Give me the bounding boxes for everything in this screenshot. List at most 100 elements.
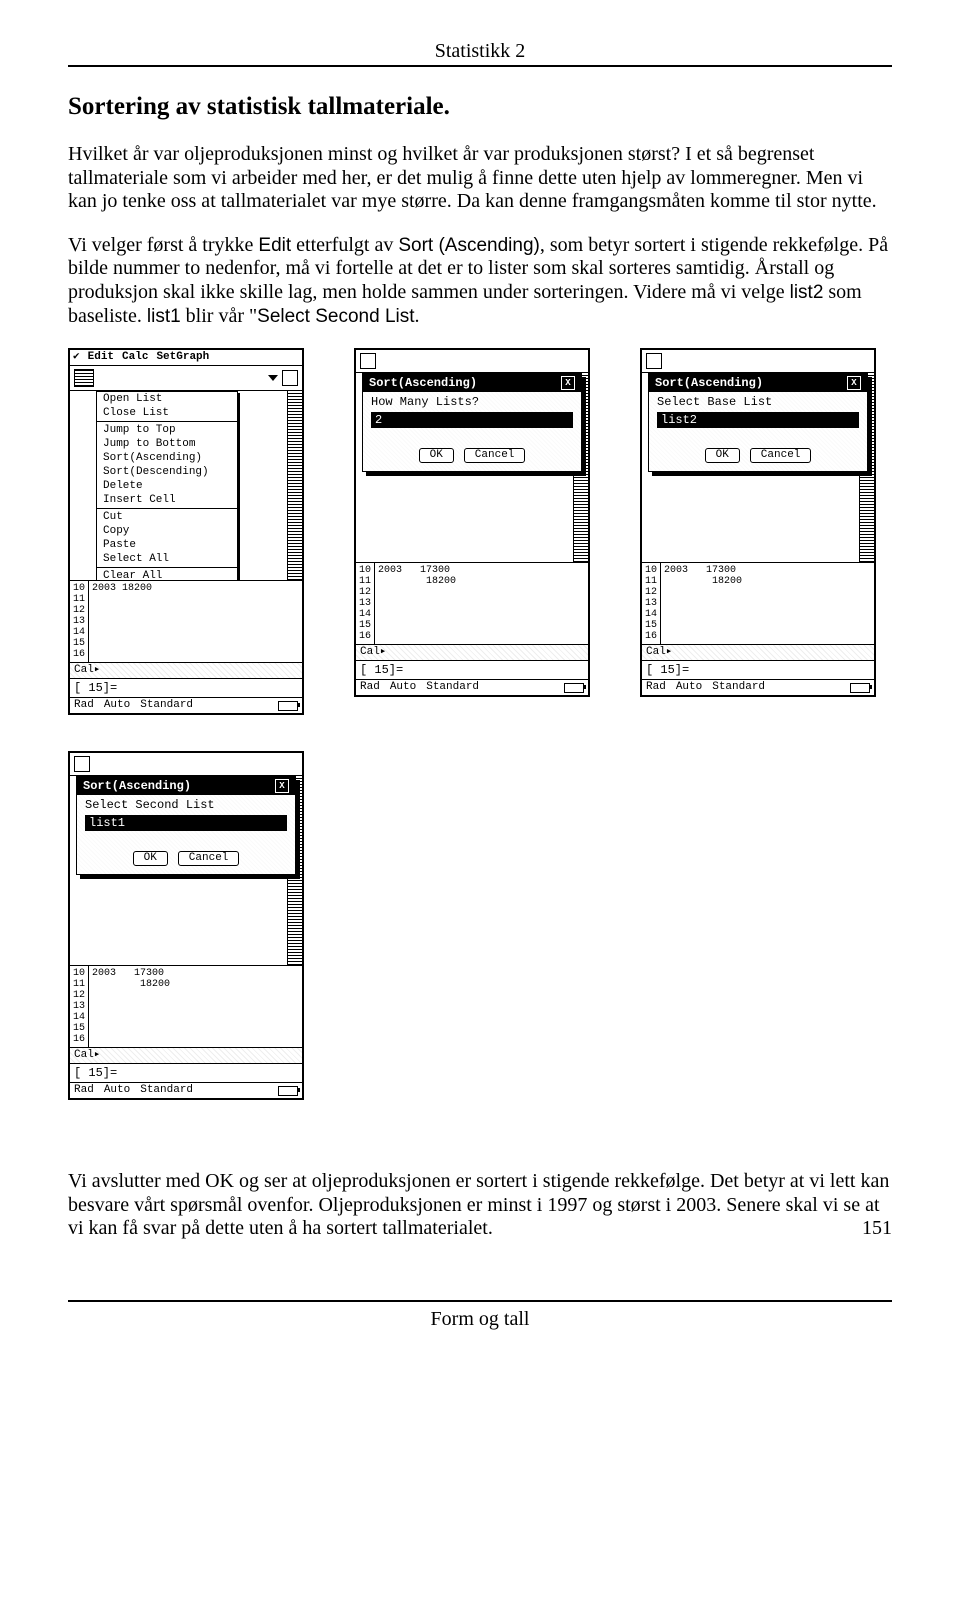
dd-insert-cell[interactable]: Insert Cell	[97, 493, 237, 507]
cancel-button[interactable]: Cancel	[178, 851, 240, 866]
sort-dialog: Sort(Ascending) X Select Second List lis…	[76, 776, 296, 875]
row-num: 16	[73, 649, 85, 660]
row-num: 11	[359, 576, 371, 587]
dd-cut[interactable]: Cut	[97, 510, 237, 524]
status-row: Rad Auto Standard	[70, 697, 302, 713]
footer-rule	[68, 1300, 892, 1302]
menu-edit[interactable]: Edit	[88, 352, 114, 363]
dialog-title: Sort(Ascending) X	[77, 777, 295, 795]
dd-copy[interactable]: Copy	[97, 524, 237, 538]
tool-back-icon[interactable]	[74, 756, 90, 772]
menu-calc[interactable]: Calc	[122, 352, 148, 363]
row-num: 15	[359, 620, 371, 631]
dd-sort-asc[interactable]: Sort(Ascending)	[97, 451, 237, 465]
screenshot-row-2: Sort(Ascending) X Select Second List lis…	[68, 751, 892, 1100]
cal-row: Cal▸	[70, 662, 302, 678]
p2-a: Vi velger først å trykke	[68, 234, 258, 256]
close-icon[interactable]: X	[561, 376, 575, 390]
row-num: 15	[73, 638, 85, 649]
cancel-button[interactable]: Cancel	[750, 448, 812, 463]
cal-row: Cal▸	[356, 644, 588, 660]
row-num: 12	[73, 990, 85, 1001]
status-auto: Auto	[104, 700, 130, 711]
input-row[interactable]: [ 15]=	[356, 660, 588, 679]
status-row: Rad Auto Standard	[642, 679, 874, 695]
cell-year: 2003	[92, 968, 116, 979]
dialog-input[interactable]: 2	[371, 412, 573, 428]
status-rad: Rad	[646, 682, 666, 693]
row-num: 10	[645, 565, 657, 576]
tool-back-icon[interactable]	[360, 353, 376, 369]
row-num: 13	[73, 1001, 85, 1012]
row-num: 10	[73, 968, 85, 979]
ok-button[interactable]: OK	[133, 851, 168, 866]
dd-jump-bottom[interactable]: Jump to Bottom	[97, 437, 237, 451]
input-row[interactable]: [ 15]=	[70, 678, 302, 697]
row-num: 11	[645, 576, 657, 587]
dropdown-arrow-icon[interactable]	[268, 375, 278, 381]
row-num: 14	[645, 609, 657, 620]
tool-back-icon[interactable]	[646, 353, 662, 369]
row-num: 12	[645, 587, 657, 598]
key-list2: list2	[790, 282, 824, 303]
separator	[97, 567, 237, 568]
close-icon[interactable]: X	[275, 779, 289, 793]
p2-b: etterfulgt av	[291, 234, 398, 256]
bar-chart-icon[interactable]	[74, 369, 94, 387]
status-standard: Standard	[140, 700, 193, 711]
menu-setgraph[interactable]: SetGraph	[156, 352, 209, 363]
header-chapter-title: Statistikk 2	[68, 40, 892, 63]
row-num: 12	[359, 587, 371, 598]
status-row: Rad Auto Standard	[356, 679, 588, 695]
tool-square-icon[interactable]	[282, 370, 298, 386]
calc-screen-how-many-lists: Sort(Ascending) X How Many Lists? 2 OK C…	[354, 348, 590, 715]
sort-dialog: Sort(Ascending) X Select Base List list2…	[648, 373, 868, 472]
dd-delete[interactable]: Delete	[97, 479, 237, 493]
status-auto: Auto	[676, 682, 702, 693]
dd-paste[interactable]: Paste	[97, 538, 237, 552]
dd-jump-top[interactable]: Jump to Top	[97, 423, 237, 437]
battery-icon	[278, 1086, 298, 1096]
row-num: 11	[73, 594, 85, 605]
row-num: 13	[359, 598, 371, 609]
row-num: 16	[73, 1034, 85, 1045]
cell-value: 2003 18200	[92, 583, 299, 594]
dialog-title: Sort(Ascending) X	[649, 374, 867, 392]
scrollbar[interactable]	[287, 391, 302, 580]
cal-row: Cal▸	[70, 1047, 302, 1063]
close-icon[interactable]: X	[847, 376, 861, 390]
dd-clear-all[interactable]: Clear All	[97, 569, 237, 580]
cell-value: 17300	[706, 565, 736, 576]
key-edit: Edit	[258, 235, 291, 256]
section-title: Sortering av statistisk tallmateriale.	[68, 93, 892, 121]
sort-dialog: Sort(Ascending) X How Many Lists? 2 OK C…	[362, 373, 582, 472]
status-row: Rad Auto Standard	[70, 1082, 302, 1098]
toolbar	[642, 350, 874, 373]
status-rad: Rad	[360, 682, 380, 693]
input-row[interactable]: [ 15]=	[642, 660, 874, 679]
dialog-title: Sort(Ascending) X	[363, 374, 581, 392]
separator	[97, 508, 237, 509]
chevron-down-icon: ✔	[73, 352, 80, 363]
data-rows: 10 11 12 13 14 15 16 2003 18200	[70, 580, 302, 662]
dd-select-all[interactable]: Select All	[97, 552, 237, 566]
dialog-input[interactable]: list2	[657, 412, 859, 428]
row-num: 14	[73, 1012, 85, 1023]
cell-value: 18200	[140, 979, 170, 990]
dialog-input[interactable]: list1	[85, 815, 287, 831]
dd-close-list[interactable]: Close List	[97, 406, 237, 420]
dd-open-list[interactable]: Open List	[97, 392, 237, 406]
cell-value: 17300	[134, 968, 164, 979]
status-rad: Rad	[74, 1085, 94, 1096]
data-rows: 10 11 12 13 14 15 16 2003 17300 18200	[356, 562, 588, 644]
dialog-title-text: Sort(Ascending)	[369, 377, 477, 389]
cancel-button[interactable]: Cancel	[464, 448, 526, 463]
input-row[interactable]: [ 15]=	[70, 1063, 302, 1082]
ok-button[interactable]: OK	[705, 448, 740, 463]
menubar: ✔ Edit Calc SetGraph	[70, 350, 302, 366]
row-num: 10	[359, 565, 371, 576]
dd-sort-desc[interactable]: Sort(Descending)	[97, 465, 237, 479]
ok-button[interactable]: OK	[419, 448, 454, 463]
toolbar	[70, 753, 302, 776]
paragraph-intro: Hvilket år var oljeproduksjonen minst og…	[68, 143, 892, 214]
